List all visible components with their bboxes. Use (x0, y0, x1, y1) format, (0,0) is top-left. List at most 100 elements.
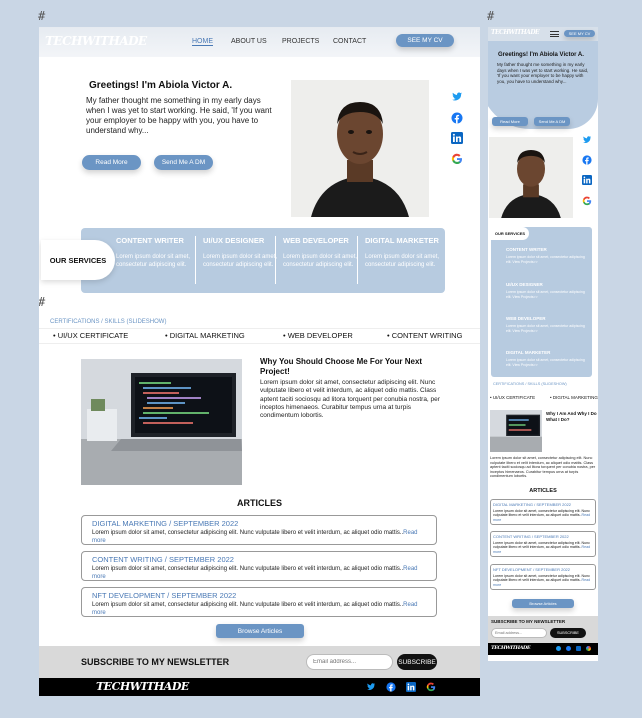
service-card[interactable]: WEB DEVELOPER Lorem ipsum dolor sit amet… (283, 236, 361, 269)
mobile-send-dm-button[interactable]: Send Me A DM (534, 117, 570, 126)
service-card[interactable]: CONTENT WRITER Lorem ipsum dolor sit ame… (116, 236, 194, 269)
hash-mark: # (487, 9, 495, 23)
mobile-service-card[interactable]: UI/UX DESIGNER Lorem ipsum dolor sit ame… (506, 282, 586, 299)
hero-text: My father thought me something in my ear… (86, 96, 272, 135)
hash-mark: # (38, 9, 46, 23)
mobile-email-input[interactable] (491, 628, 547, 638)
google-icon[interactable] (582, 196, 592, 206)
linkedin-icon[interactable] (451, 132, 463, 144)
cert-label: UI/UX CERTIFICATE (57, 331, 129, 340)
mobile-article-title[interactable]: CONTENT WRITING / SEPTEMBER 2022 (493, 534, 569, 539)
newsletter-label: SUBSCRIBE TO MY NEWSLETTER (81, 657, 230, 667)
mobile-service-card[interactable]: WEB DEVELOPER Lorem ipsum dolor sit amet… (506, 316, 586, 333)
mobile-newsletter: SUBSCRIBE TO MY NEWSLETTER SUBSCRIBE (488, 616, 598, 643)
cert-item[interactable]: • WEB DEVELOPER (283, 331, 353, 340)
subscribe-button[interactable]: SUBSCRIBE (397, 654, 437, 670)
facebook-icon[interactable] (582, 155, 592, 165)
mobile-article-title[interactable]: NFT DEVELOPMENT / SEPTEMBER 2022 (493, 567, 570, 572)
nav-about-us[interactable]: ABOUT US (231, 38, 267, 45)
footer-logo[interactable]: TECHWITHADE (96, 680, 189, 693)
google-icon[interactable] (426, 682, 436, 692)
mobile-articles-heading: ARTICLES (529, 488, 557, 494)
read-more-button[interactable]: Read More (82, 155, 141, 170)
mobile-article-title[interactable]: DIGITAL MARKETING / SEPTEMBER 2022 (493, 502, 571, 507)
mobile-cert-label: UI/UX CERTIFICATE (492, 395, 536, 400)
nav-home[interactable]: HOME (192, 38, 213, 46)
mobile-service-desc: Lorem ipsum dolor sit amet, consectetur … (506, 324, 585, 333)
mobile-article-card[interactable]: NFT DEVELOPMENT / SEPTEMBER 2022 Lorem i… (490, 564, 596, 590)
facebook-icon[interactable] (566, 646, 571, 651)
article-title[interactable]: DIGITAL MARKETING / SEPTEMBER 2022 (92, 519, 238, 528)
articles-heading: ARTICLES (237, 498, 282, 508)
mobile-cert-item[interactable]: • UI/UX CERTIFICATE (490, 395, 535, 400)
cert-label: DIGITAL MARKETING (169, 331, 245, 340)
service-desc: Lorem ipsum dolor sit amet, consectetur … (283, 254, 358, 268)
why-choose-me-text: Lorem ipsum dolor sit amet, consectetur … (260, 379, 440, 420)
article-text: Lorem ipsum dolor sit amet, consectetur … (92, 530, 404, 536)
cert-item[interactable]: • UI/UX CERTIFICATE (53, 331, 128, 340)
browse-articles-button[interactable]: Browse Articles (216, 624, 304, 638)
mobile-article-card[interactable]: DIGITAL MARKETING / SEPTEMBER 2022 Lorem… (490, 499, 596, 525)
article-title[interactable]: NFT DEVELOPMENT / SEPTEMBER 2022 (92, 591, 236, 600)
article-title[interactable]: CONTENT WRITING / SEPTEMBER 2022 (92, 555, 234, 564)
twitter-icon[interactable] (451, 91, 463, 103)
twitter-icon[interactable] (556, 646, 561, 651)
service-title: WEB DEVELOPER (283, 236, 349, 245)
mobile-service-title: DIGITAL MARKETER (506, 350, 551, 355)
linkedin-icon[interactable] (582, 175, 592, 185)
mobile-article-card[interactable]: CONTENT WRITING / SEPTEMBER 2022 Lorem i… (490, 531, 596, 557)
facebook-icon[interactable] (386, 682, 396, 692)
email-input[interactable] (306, 654, 393, 670)
send-dm-button[interactable]: Send Me A DM (154, 155, 213, 170)
mobile-service-desc: Lorem ipsum dolor sit amet, consectetur … (506, 255, 585, 264)
why-choose-me-title: Why You Should Choose Me For Your Next P… (260, 357, 423, 376)
twitter-icon[interactable] (366, 682, 376, 692)
mobile-see-my-cv-button[interactable]: SEE MY CV (564, 30, 595, 37)
brand-logo[interactable]: TECHWITHADE (45, 34, 147, 48)
mobile-service-card[interactable]: CONTENT WRITER Lorem ipsum dolor sit ame… (506, 247, 586, 264)
service-desc: Lorem ipsum dolor sit amet, consectetur … (365, 254, 440, 268)
mobile-article-text: Lorem ipsum dolor sit amet, consectetur … (493, 574, 590, 583)
nav-contact[interactable]: CONTACT (333, 38, 366, 45)
nav-projects[interactable]: PROJECTS (282, 38, 319, 45)
article-excerpt: Lorem ipsum dolor sit amet, consectetur … (92, 529, 432, 545)
facebook-icon[interactable] (451, 112, 463, 124)
mobile-subscribe-button[interactable]: SUBSCRIBE (550, 628, 586, 638)
mobile-browse-articles-button[interactable]: Browse Articles (512, 599, 574, 608)
mobile-footer-logo[interactable]: TECHWITHADE (491, 645, 531, 651)
article-excerpt: Lorem ipsum dolor sit amet, consectetur … (92, 565, 432, 581)
article-card[interactable]: DIGITAL MARKETING / SEPTEMBER 2022 Lorem… (81, 515, 437, 545)
cert-label: CONTENT WRITING (391, 331, 463, 340)
mobile-service-title: WEB DEVELOPER (506, 316, 546, 321)
mobile-service-title: UI/UX DESIGNER (506, 282, 543, 287)
linkedin-icon[interactable] (406, 682, 416, 692)
mobile-cert-item[interactable]: • DIGITAL MARKETING (550, 395, 598, 400)
google-icon[interactable] (586, 646, 591, 651)
see-my-cv-button[interactable]: SEE MY CV (396, 34, 454, 47)
mobile-service-title: CONTENT WRITER (506, 247, 547, 252)
laptop-image (81, 359, 242, 485)
hero-title: Greetings! I'm Abiola Victor A. (89, 80, 233, 91)
mobile-article-text: Lorem ipsum dolor sit amet, consectetur … (493, 509, 590, 518)
services-badge: OUR SERVICES (41, 240, 115, 280)
cert-item[interactable]: • DIGITAL MARKETING (165, 331, 245, 340)
article-card[interactable]: NFT DEVELOPMENT / SEPTEMBER 2022 Lorem i… (81, 587, 437, 617)
cert-item[interactable]: • CONTENT WRITING (387, 331, 462, 340)
service-title: UI/UX DESIGNER (203, 236, 265, 245)
article-card[interactable]: CONTENT WRITING / SEPTEMBER 2022 Lorem i… (81, 551, 437, 581)
mobile-read-more-button[interactable]: Read More (492, 117, 528, 126)
hash-mark: # (39, 295, 45, 309)
linkedin-icon[interactable] (576, 646, 581, 651)
twitter-icon[interactable] (582, 135, 592, 145)
mobile-service-card[interactable]: DIGITAL MARKETER Lorem ipsum dolor sit a… (506, 350, 586, 367)
hamburger-menu-icon[interactable] (550, 31, 559, 37)
service-card[interactable]: DIGITAL MARKETER Lorem ipsum dolor sit a… (365, 236, 443, 269)
service-card[interactable]: UI/UX DESIGNER Lorem ipsum dolor sit ame… (203, 236, 281, 269)
mobile-brand-logo[interactable]: TECHWITHADE (491, 29, 540, 36)
mobile-laptop-image (490, 410, 542, 452)
mobile-cert-title: CERTIFICATIONS / SKILLS (SLIDESHOW) (493, 382, 567, 386)
mobile-footer: TECHWITHADE (488, 643, 598, 655)
google-icon[interactable] (451, 153, 463, 165)
mobile-cert-label: DIGITAL MARKETING (552, 395, 598, 400)
service-title: DIGITAL MARKETER (365, 236, 439, 245)
